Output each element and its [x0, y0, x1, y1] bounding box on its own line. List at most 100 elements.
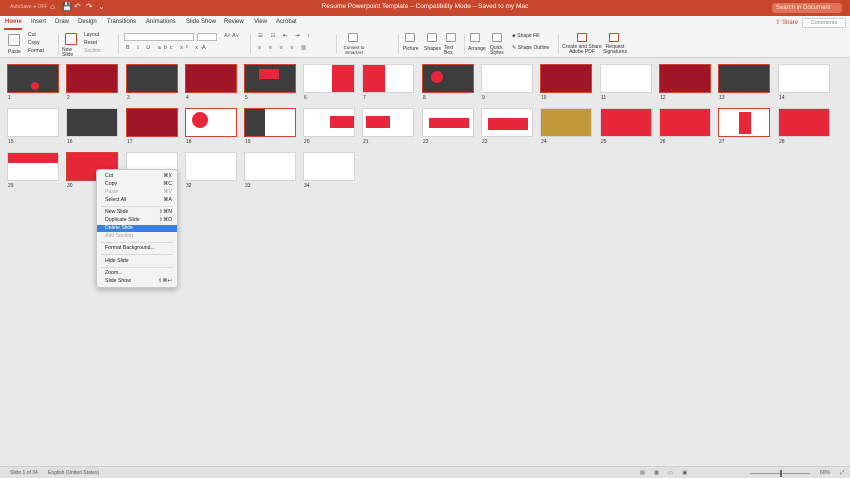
font-size-select[interactable] [197, 33, 217, 41]
picture-button[interactable]: Picture [403, 46, 419, 52]
menu-item-zoom[interactable]: Zoom... [97, 270, 177, 277]
font-size-buttons[interactable]: A˄ A˅ [224, 33, 239, 39]
menu-item-duplicate-slide[interactable]: Duplicate Slide ⇧⌘D [97, 217, 177, 224]
tab-acrobat[interactable]: Acrobat [276, 19, 297, 25]
slide-thumbnail-7[interactable] [362, 64, 414, 93]
share-button[interactable]: ⇪ Share [775, 18, 798, 28]
quick-styles-icon[interactable] [492, 33, 502, 42]
quick-styles-button[interactable]: Quick Styles [490, 46, 504, 56]
menu-item-slide-show[interactable]: Slide Show ⇧⌘↩ [97, 278, 177, 285]
tab-home[interactable]: Home [5, 19, 22, 25]
shape-fill-button[interactable]: ◈ Shape Fill [512, 33, 539, 39]
slide-thumbnail-22[interactable] [422, 108, 474, 137]
slide-thumbnail-29[interactable] [7, 152, 59, 181]
slide-thumbnail-5[interactable] [244, 64, 296, 93]
align-buttons[interactable]: ≡ ≡ ≡ ≡ ▥ [258, 45, 309, 51]
text-box-icon[interactable] [446, 33, 456, 42]
menu-item-add-section[interactable]: Add Section [97, 233, 177, 240]
slide-thumbnail-21[interactable] [362, 108, 414, 137]
tab-draw[interactable]: Draw [55, 19, 69, 25]
slide-thumbnail-32[interactable] [185, 152, 237, 181]
picture-icon[interactable] [405, 33, 415, 42]
menu-item-paste[interactable]: Paste ⌘V [97, 189, 177, 196]
tab-animations[interactable]: Animations [146, 19, 176, 25]
slide-thumbnail-13[interactable] [718, 64, 770, 93]
slide-thumbnail-19[interactable] [244, 108, 296, 137]
slide-thumbnail-2[interactable] [66, 64, 118, 93]
search-input[interactable]: Search in Document [772, 3, 842, 13]
zoom-level[interactable]: 60% [820, 470, 830, 476]
new-slide-button[interactable]: New Slide [62, 48, 80, 58]
slide-thumbnail-12[interactable] [659, 64, 711, 93]
slide-thumbnail-3[interactable] [126, 64, 178, 93]
slide-thumbnail-15[interactable] [7, 108, 59, 137]
slide-thumbnail-4[interactable] [185, 64, 237, 93]
slide-thumbnail-26[interactable] [659, 108, 711, 137]
slide-thumbnail-11[interactable] [600, 64, 652, 93]
tab-review[interactable]: Review [224, 19, 244, 25]
list-buttons[interactable]: ☰ ☷ ⇤ ⇥ ↕ [258, 33, 313, 39]
tab-slide-show[interactable]: Slide Show [186, 19, 216, 25]
tab-design[interactable]: Design [78, 19, 97, 25]
slide-thumbnail-17[interactable] [126, 108, 178, 137]
new-slide-icon[interactable] [65, 33, 77, 45]
view-buttons[interactable]: ▤ ▦ ▭ ▣ [640, 470, 691, 476]
reset-button[interactable]: Reset [84, 40, 97, 46]
slide-thumbnail-1[interactable] [7, 64, 59, 93]
tab-insert[interactable]: Insert [31, 19, 46, 25]
pdf-icon[interactable] [577, 33, 587, 42]
slide-thumbnail-28[interactable] [778, 108, 830, 137]
request-signatures-button[interactable]: Request Signatures [603, 45, 627, 55]
slide-thumbnail-10[interactable] [540, 64, 592, 93]
slide-thumbnail-24[interactable] [540, 108, 592, 137]
slide-thumbnail-14[interactable] [778, 64, 830, 93]
menu-item-label: New Slide [105, 209, 129, 215]
menu-item-hide-slide[interactable]: Hide Slide [97, 258, 177, 265]
shapes-icon[interactable] [427, 33, 437, 42]
paste-button[interactable]: Paste [8, 49, 21, 55]
arrange-icon[interactable] [470, 33, 480, 42]
font-color-button[interactable]: A [202, 45, 206, 51]
format-painter-button[interactable]: Format [28, 48, 44, 54]
menu-item-cut[interactable]: Cut ⌘X [97, 173, 177, 180]
font-format-buttons[interactable]: B I U abc x² x₂ [126, 45, 206, 51]
shapes-button[interactable]: Shapes [424, 46, 441, 52]
comments-button[interactable]: Comments [802, 18, 846, 28]
slide-thumbnail-34[interactable] [303, 152, 355, 181]
slide-thumbnail-33[interactable] [244, 152, 296, 181]
slide-thumbnail-23[interactable] [481, 108, 533, 137]
menu-item-label: Paste [105, 189, 119, 195]
layout-button[interactable]: Layout [84, 32, 99, 38]
slide-thumbnail-9[interactable] [481, 64, 533, 93]
menu-item-copy[interactable]: Copy ⌘C [97, 181, 177, 188]
slide-thumbnail-27[interactable] [718, 108, 770, 137]
signature-icon[interactable] [609, 33, 619, 42]
tab-view[interactable]: View [254, 19, 267, 25]
text-box-button[interactable]: Text Box [444, 46, 458, 56]
slide-thumbnail-18[interactable] [185, 108, 237, 137]
shape-outline-button[interactable]: ✎ Shape Outline [512, 45, 549, 51]
menu-item-format-background[interactable]: Format Background... [97, 245, 177, 252]
fit-to-window-icon[interactable]: ⤢ [840, 470, 844, 476]
slide-shape [332, 65, 354, 92]
smartart-icon[interactable] [348, 33, 358, 42]
slide-thumbnail-20[interactable] [303, 108, 355, 137]
menu-item-select-all[interactable]: Select All ⌘A [97, 197, 177, 204]
slide-thumbnail-8[interactable] [422, 64, 474, 93]
section-button[interactable]: Section [84, 48, 101, 54]
create-share-pdf-button[interactable]: Create and Share Adobe PDF [562, 45, 602, 55]
font-name-select[interactable] [124, 33, 194, 41]
slide-thumbnail-16[interactable] [66, 108, 118, 137]
language-indicator[interactable]: English (United States) [48, 470, 99, 476]
convert-smartart-button[interactable]: Convert to SmartArt [340, 45, 368, 55]
copy-button[interactable]: Copy [28, 40, 40, 46]
menu-item-new-slide[interactable]: New Slide ⇧⌘N [97, 209, 177, 216]
paste-icon[interactable] [8, 34, 20, 46]
menu-item-delete-slide[interactable]: Delete Slide [97, 225, 177, 232]
tab-transitions[interactable]: Transitions [107, 19, 136, 25]
slide-thumbnail-6[interactable] [303, 64, 355, 93]
zoom-slider-knob[interactable] [780, 470, 782, 477]
slide-thumbnail-25[interactable] [600, 108, 652, 137]
arrange-button[interactable]: Arrange [468, 46, 486, 52]
cut-button[interactable]: Cut [28, 32, 36, 38]
